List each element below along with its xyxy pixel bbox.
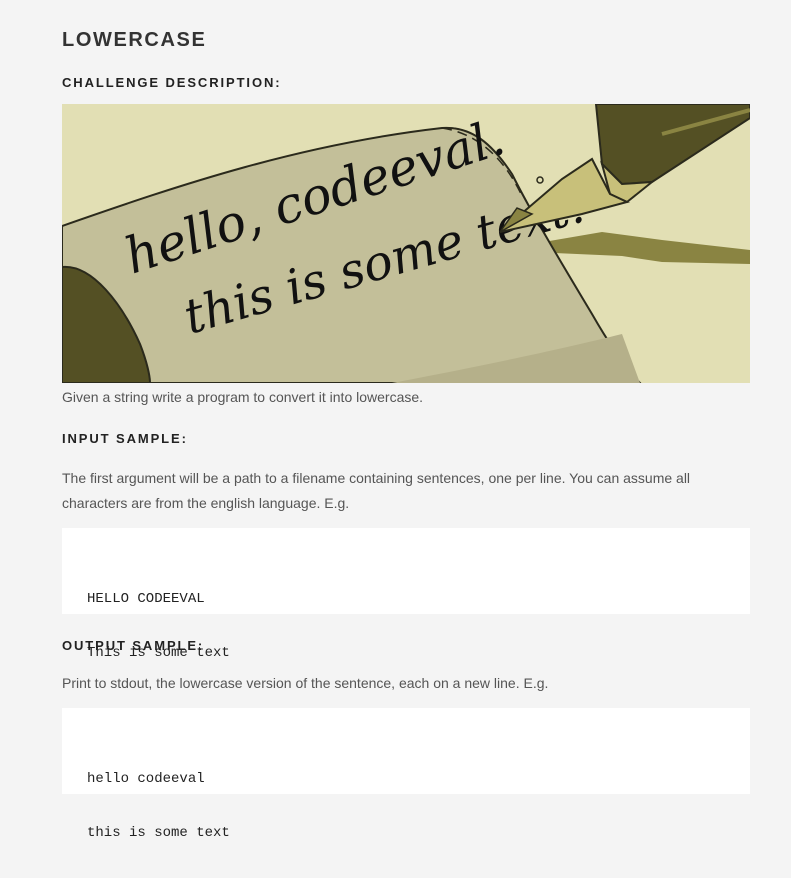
hero-illustration: hello, codeeval. this is some text. [62,104,750,383]
input-sample-code-block: HELLO CODEEVAL This is some text [62,528,750,661]
output-sample-code-block: hello codeeval this is some text [62,708,750,841]
output-sample-text: Print to stdout, the lowercase version o… [62,675,549,691]
code-line: HELLO CODEEVAL [87,591,205,607]
code-line: this is some text [87,825,230,841]
input-sample-text: The first argument will be a path to a f… [62,470,691,511]
code-line: hello codeeval [87,771,205,787]
challenge-description-text: Given a string write a program to conver… [62,389,424,405]
page-title: LOWERCASE [62,29,207,51]
challenge-page: LOWERCASE CHALLENGE DESCRIPTION: hello, … [0,0,750,841]
output-sample-heading: OUTPUT SAMPLE: [62,638,205,653]
challenge-description-heading: CHALLENGE DESCRIPTION: [62,75,282,90]
input-sample-heading: INPUT SAMPLE: [62,431,188,446]
